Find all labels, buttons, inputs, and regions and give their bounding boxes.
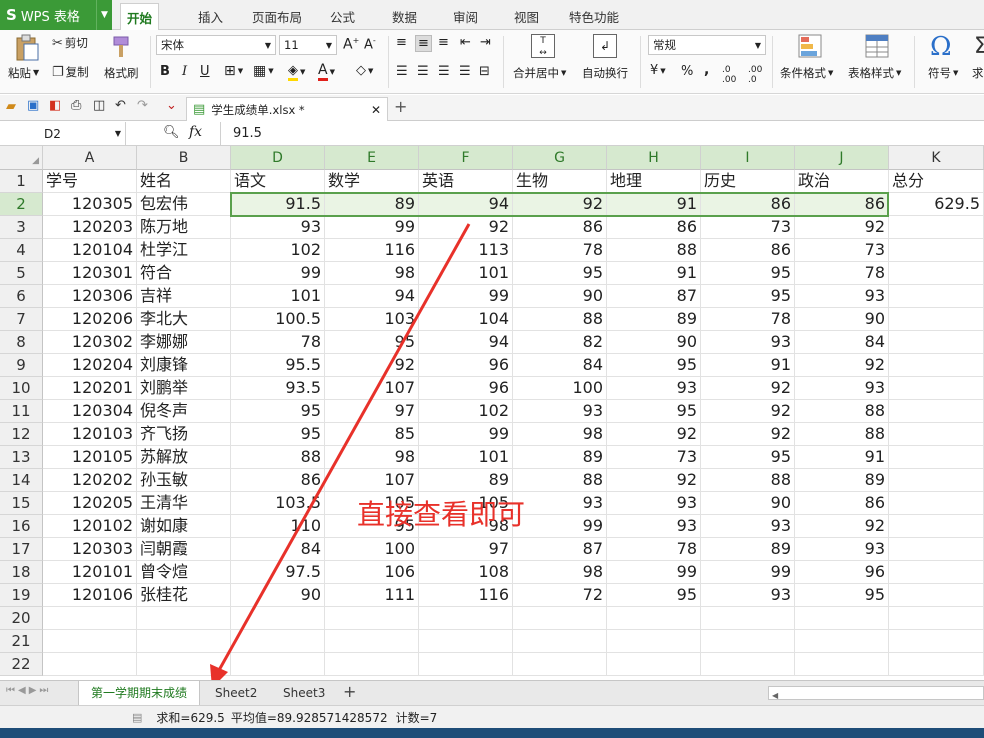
status-count: 计数=7 [395, 710, 438, 725]
sheet-tab-bar: ⏮◀▶⏭ 第一学期期末成绩 Sheet2 Sheet3 + ◀ [0, 680, 984, 705]
sheet-nav-arrows-icon[interactable]: ⏮◀▶⏭ [6, 685, 51, 696]
sheet-tab-sheet3[interactable]: Sheet3 [271, 681, 337, 705]
status-sheet-icon: ▤ [132, 710, 143, 724]
annotation-text: 直接查看即可 [357, 498, 526, 531]
os-taskbar [0, 728, 984, 738]
status-sum: 求和=629.5 [156, 710, 225, 725]
sheet-tab-sheet2[interactable]: Sheet2 [203, 681, 269, 705]
horizontal-scrollbar[interactable]: ◀ [768, 686, 984, 700]
add-sheet-icon[interactable]: + [343, 682, 356, 701]
scroll-left-icon[interactable]: ◀ [769, 691, 778, 700]
status-bar: ▤ 求和=629.5 平均值=89.928571428572 计数=7 [0, 705, 984, 728]
status-average: 平均值=89.928571428572 [230, 710, 388, 725]
annotation-arrow-line [216, 223, 471, 673]
sheet-tab-first-semester[interactable]: 第一学期期末成绩 [78, 681, 201, 705]
annotation-overlay [147, 223, 471, 731]
